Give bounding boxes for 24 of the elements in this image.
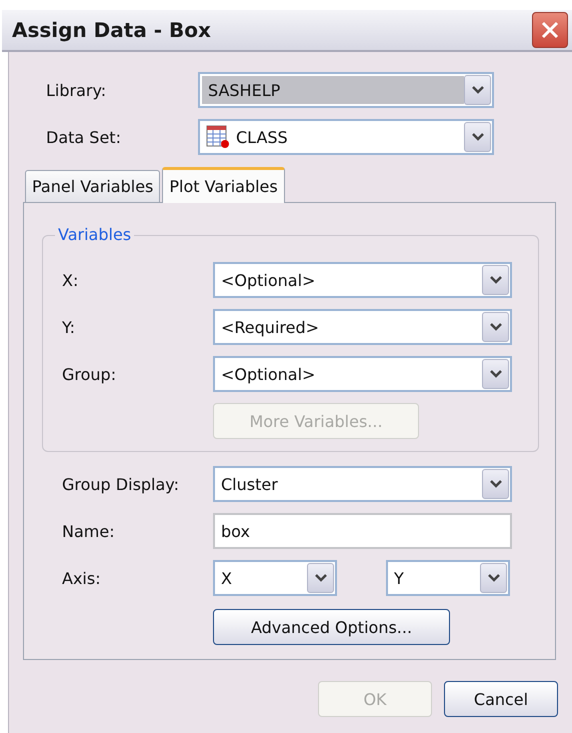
- field-label: Y:: [62, 318, 76, 336]
- field-label: Data Set:: [46, 128, 122, 146]
- dropdown-field[interactable]: Cluster: [213, 466, 512, 502]
- field-label: Axis:: [62, 568, 102, 588]
- dropdown-field[interactable]: Y: [386, 560, 510, 596]
- field-label: Library:: [46, 80, 108, 100]
- field-label: Group Display:: [62, 474, 180, 494]
- dropdown-field[interactable]: CLASS: [198, 119, 494, 155]
- dropdown-field[interactable]: X: [213, 560, 337, 596]
- dropdown-field[interactable]: <Optional>: [213, 262, 512, 298]
- field-label: X:: [62, 270, 80, 290]
- field-label: Name:: [62, 522, 116, 540]
- close-icon[interactable]: [539, 19, 561, 41]
- table-icon: [206, 125, 230, 149]
- tab[interactable]: Panel Variables: [25, 170, 160, 202]
- dropdown-field[interactable]: <Optional>: [213, 356, 512, 392]
- close-button[interactable]: [532, 12, 568, 48]
- field-label: Group:: [62, 364, 118, 384]
- dialog-button[interactable]: Cancel: [444, 681, 558, 717]
- window-title: Assign Data - Box: [11, 18, 211, 42]
- name-input-field[interactable]: box: [213, 513, 512, 549]
- advanced-options-button[interactable]: Advanced Options...: [213, 609, 450, 645]
- dropdown-field[interactable]: <Required>: [213, 309, 512, 345]
- tab[interactable]: Plot Variables: [162, 167, 285, 203]
